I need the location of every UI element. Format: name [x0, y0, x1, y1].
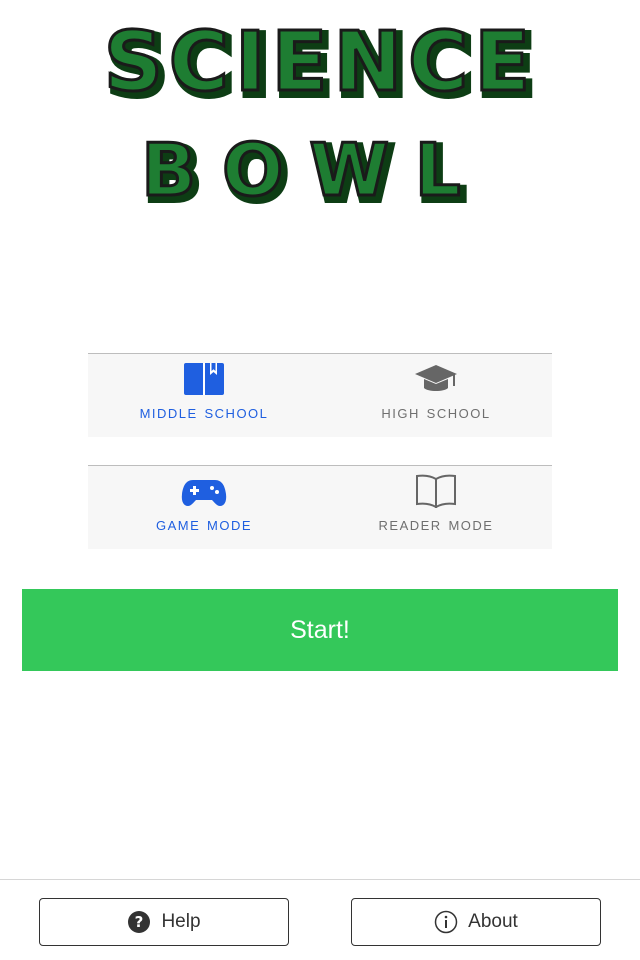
middle-school-option[interactable]: Middle school: [88, 354, 320, 437]
logo-line-1: SCIENCE SCIENCE: [102, 14, 538, 119]
mode-selector: Game mode Reader mode: [88, 465, 552, 549]
reader-mode-option[interactable]: Reader mode: [320, 466, 552, 549]
game-mode-option[interactable]: Game mode: [88, 466, 320, 549]
start-button[interactable]: Start!: [22, 589, 618, 671]
info-circle-icon: [434, 910, 458, 934]
logo-line-2: BOWL BOWL: [140, 127, 486, 216]
help-label: Help: [161, 911, 201, 932]
middle-school-label: Middle school: [139, 402, 269, 423]
graduation-cap-icon: [414, 360, 458, 396]
gamepad-icon: [181, 472, 227, 508]
book-icon: [183, 360, 225, 396]
svg-text:?: ?: [135, 913, 144, 931]
question-circle-icon: ?: [127, 910, 151, 934]
level-selector: Middle school High school: [88, 353, 552, 437]
open-book-icon: [415, 472, 457, 508]
game-mode-label: Game mode: [155, 514, 253, 535]
bottom-toolbar: ? Help About: [0, 879, 640, 960]
reader-mode-label: Reader mode: [378, 514, 494, 535]
science-bowl-logo: SCIENCE SCIENCE BOWL BOWL: [0, 0, 640, 216]
help-button[interactable]: ? Help: [39, 898, 289, 946]
high-school-option[interactable]: High school: [320, 354, 552, 437]
svg-text:BOWL: BOWL: [141, 128, 486, 212]
about-button[interactable]: About: [351, 898, 601, 946]
high-school-label: High school: [381, 402, 491, 423]
about-label: About: [468, 911, 518, 932]
home-screen: SCIENCE SCIENCE BOWL BOWL Middle school: [0, 0, 640, 960]
svg-text:SCIENCE: SCIENCE: [104, 15, 537, 110]
